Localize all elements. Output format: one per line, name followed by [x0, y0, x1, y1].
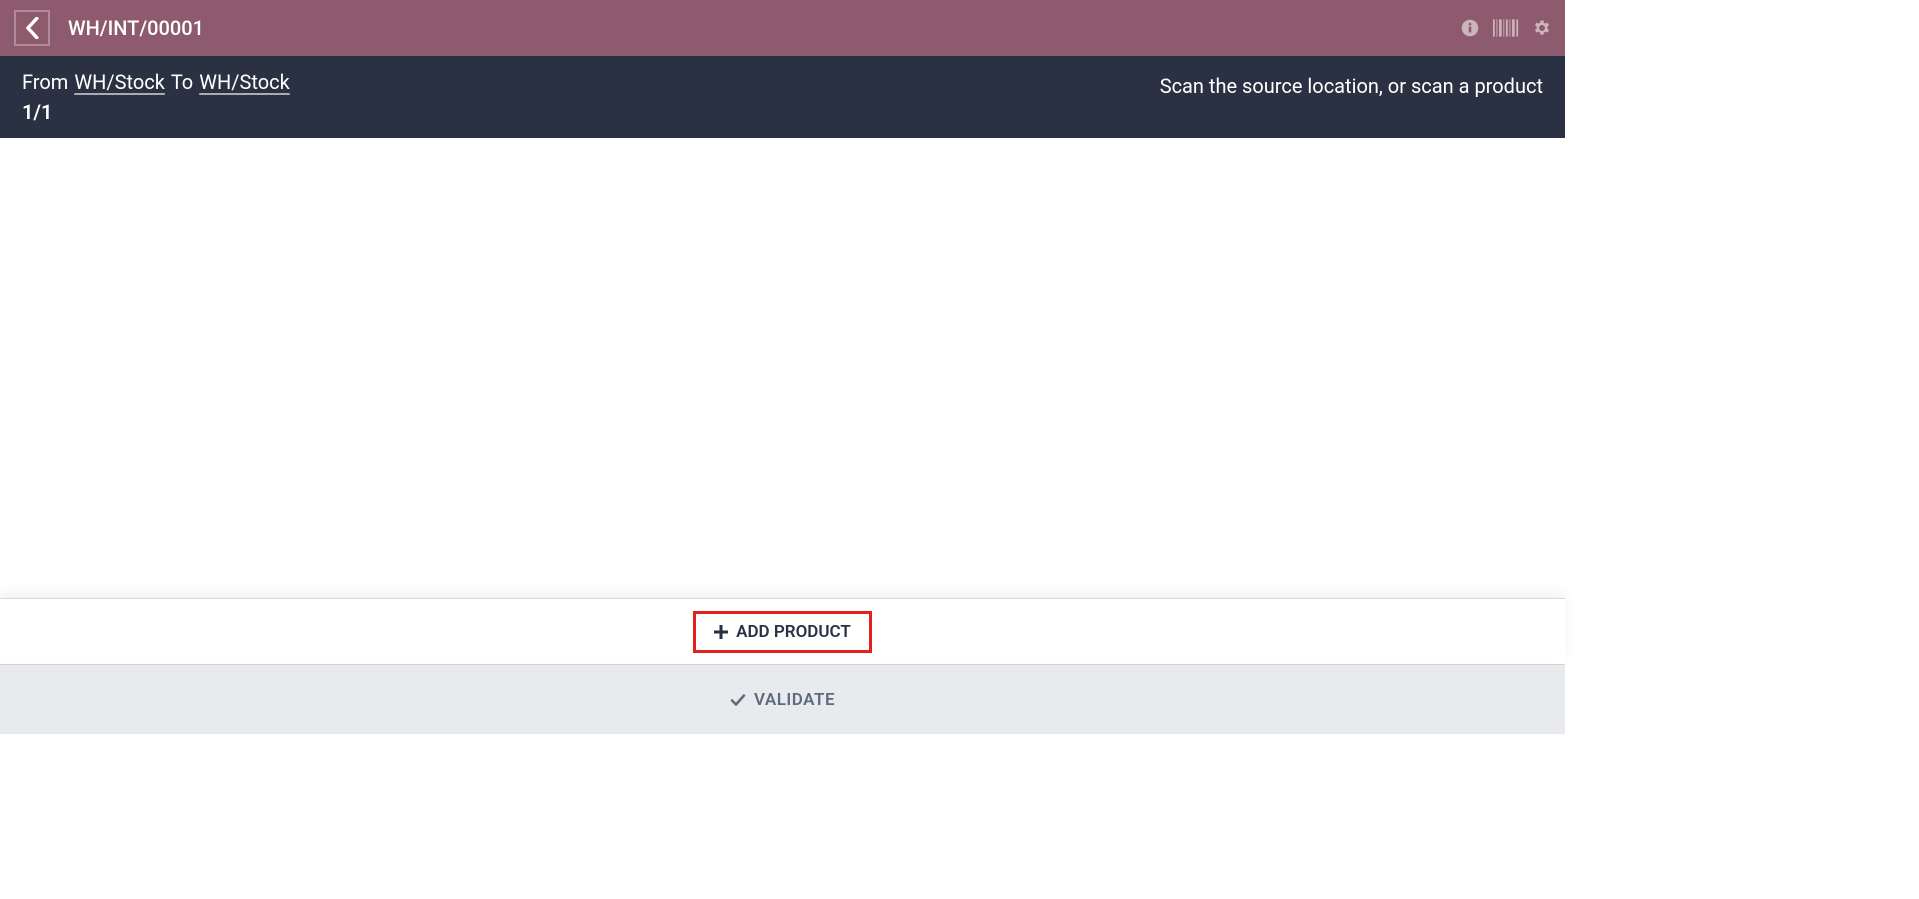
scan-hint: Scan the source location, or scan a prod… [1160, 70, 1543, 98]
info-icon[interactable] [1461, 19, 1479, 37]
page-title: WH/INT/00001 [68, 16, 204, 40]
page-counter: 1/1 [22, 100, 290, 124]
validate-button: VALIDATE [730, 690, 835, 710]
to-label: To [171, 70, 193, 94]
check-icon [730, 692, 746, 708]
gear-icon[interactable] [1533, 19, 1551, 37]
add-product-label: ADD PRODUCT [736, 622, 851, 642]
add-product-button[interactable]: ADD PRODUCT [693, 611, 872, 653]
header-right [1461, 19, 1551, 37]
from-location-link[interactable]: WH/Stock [74, 70, 165, 94]
chevron-left-icon [25, 17, 39, 39]
barcode-icon[interactable] [1493, 19, 1519, 37]
subheader-left: From WH/Stock To WH/Stock 1/1 [22, 70, 290, 124]
product-list-content [0, 138, 1565, 598]
validate-label: VALIDATE [754, 690, 835, 710]
location-subheader: From WH/Stock To WH/Stock 1/1 Scan the s… [0, 56, 1565, 138]
app-header: WH/INT/00001 [0, 0, 1565, 56]
add-product-bar: ADD PRODUCT [0, 598, 1565, 664]
to-location-link[interactable]: WH/Stock [199, 70, 290, 94]
back-button[interactable] [14, 10, 50, 46]
plus-icon [714, 625, 728, 639]
header-left: WH/INT/00001 [14, 10, 204, 46]
from-label: From [22, 70, 68, 94]
location-row: From WH/Stock To WH/Stock [22, 70, 290, 94]
validate-bar[interactable]: VALIDATE [0, 664, 1565, 734]
